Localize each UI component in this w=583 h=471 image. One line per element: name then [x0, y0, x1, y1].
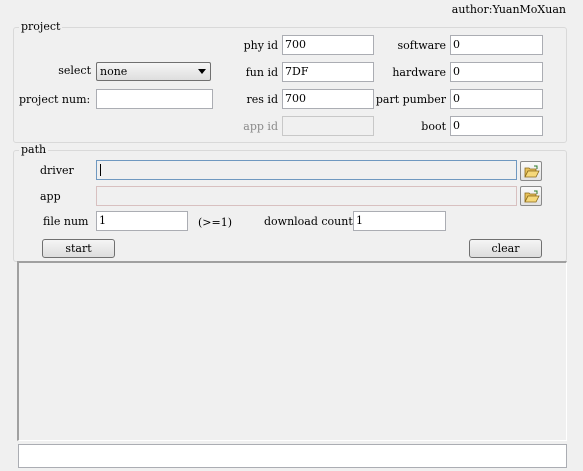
software-label: software	[397, 39, 446, 52]
res-id-label: res id	[246, 93, 278, 106]
hardware-label: hardware	[392, 66, 446, 79]
boot-label: boot	[421, 120, 446, 133]
boot-input[interactable]: 0	[450, 116, 543, 136]
path-legend: path	[19, 143, 49, 156]
text-caret	[100, 164, 101, 176]
driver-path-input[interactable]	[96, 160, 517, 180]
project-num-input[interactable]	[96, 89, 213, 109]
folder-open-icon	[524, 165, 540, 178]
download-count-input[interactable]: 1	[353, 211, 446, 231]
author-label: author:YuanMoXuan	[451, 3, 566, 16]
hardware-input[interactable]: 0	[450, 62, 543, 82]
part-number-input[interactable]: 0	[450, 89, 543, 109]
file-num-hint: (>=1)	[198, 216, 233, 229]
start-button[interactable]: start	[42, 239, 115, 258]
status-field[interactable]	[18, 444, 567, 468]
fun-id-input[interactable]: 7DF	[282, 62, 374, 82]
project-select-value: none	[100, 65, 128, 78]
phy-id-label: phy id	[243, 39, 278, 52]
file-num-input[interactable]: 1	[96, 211, 188, 231]
part-number-label: part pumber	[375, 93, 446, 106]
software-input[interactable]: 0	[450, 35, 543, 55]
project-legend: project	[19, 20, 63, 33]
app-label: app	[40, 190, 61, 203]
app-path-input[interactable]	[96, 186, 517, 206]
driver-label: driver	[40, 164, 74, 177]
chevron-down-icon	[198, 69, 206, 74]
log-output-area[interactable]	[17, 261, 567, 441]
project-num-label: project num:	[19, 93, 91, 106]
app-browse-button[interactable]	[520, 186, 542, 206]
app-id-label: app id	[243, 120, 278, 133]
folder-open-icon	[524, 190, 540, 203]
fun-id-label: fun id	[245, 66, 278, 79]
res-id-input[interactable]: 700	[282, 89, 374, 109]
app-id-input	[282, 116, 374, 136]
phy-id-input[interactable]: 700	[282, 35, 374, 55]
clear-button[interactable]: clear	[469, 239, 542, 258]
file-num-label: file num	[43, 215, 89, 228]
driver-browse-button[interactable]	[520, 161, 542, 181]
select-label: select	[58, 64, 91, 77]
download-count-label: download count	[264, 215, 353, 228]
project-select[interactable]: none	[96, 62, 211, 81]
